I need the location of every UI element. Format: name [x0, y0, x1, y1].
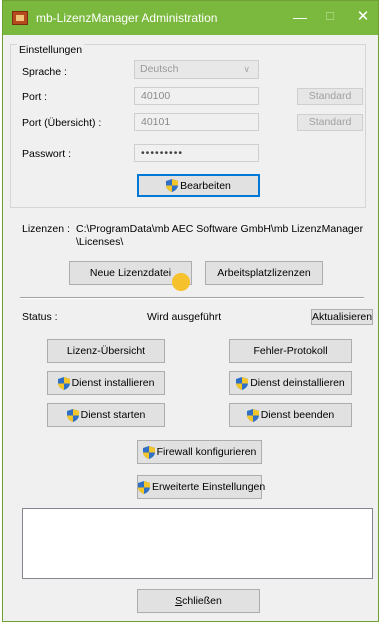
- start-service-label: Dienst starten: [80, 409, 146, 421]
- cursor-indicator: [172, 273, 190, 291]
- advanced-settings-button[interactable]: Erweiterte Einstellungen: [137, 475, 266, 499]
- port-field[interactable]: 40100: [134, 87, 259, 105]
- settings-group-label: Einstellungen: [17, 44, 85, 56]
- title-bar[interactable]: mb-LizenzManager Administration — ☐ ✕: [3, 1, 378, 35]
- install-service-label: Dienst installieren: [71, 377, 155, 389]
- language-select[interactable]: Deutsch ∨: [134, 60, 259, 79]
- password-label: Passwort :: [22, 148, 72, 160]
- workstation-licenses-button[interactable]: Arbeitsplatzlizenzen: [205, 261, 323, 285]
- uac-shield-icon: [166, 179, 179, 192]
- status-label: Status :: [22, 311, 58, 323]
- configure-firewall-label: Firewall konfigurieren: [156, 446, 257, 458]
- close-button[interactable]: Schließen: [137, 589, 260, 613]
- language-select-value: Deutsch: [140, 63, 179, 75]
- uninstall-service-button[interactable]: Dienst deinstallieren: [229, 371, 352, 395]
- separator: [20, 297, 364, 299]
- install-service-button[interactable]: Dienst installieren: [47, 371, 165, 395]
- uac-shield-icon: [246, 408, 259, 422]
- uac-shield-icon: [57, 376, 70, 390]
- uac-shield-icon: [236, 376, 249, 390]
- close-button-label-rest: chließen: [182, 595, 222, 607]
- licenses-path-line2: \Licenses\: [76, 236, 124, 248]
- advanced-settings-label: Erweiterte Einstellungen: [152, 481, 266, 493]
- close-window-button[interactable]: ✕: [348, 5, 378, 29]
- log-output-box[interactable]: [22, 508, 373, 579]
- language-label: Sprache :: [22, 66, 67, 78]
- minimize-button[interactable]: —: [285, 5, 315, 29]
- stop-service-button[interactable]: Dienst beenden: [229, 403, 352, 427]
- port-label: Port :: [22, 91, 48, 103]
- edit-button-label: Bearbeiten: [180, 179, 231, 192]
- uac-shield-icon: [66, 408, 79, 422]
- maximize-button[interactable]: ☐: [315, 5, 345, 29]
- uac-shield-icon: [138, 480, 150, 494]
- port-overview-field[interactable]: 40101: [134, 113, 259, 131]
- port-default-button[interactable]: Standard: [297, 88, 363, 105]
- uninstall-service-label: Dienst deinstallieren: [250, 377, 345, 389]
- port-overview-label: Port (Übersicht) :: [22, 117, 102, 129]
- status-value: Wird ausgeführt: [147, 311, 222, 323]
- refresh-button[interactable]: Aktualisieren: [311, 309, 373, 325]
- start-service-button[interactable]: Dienst starten: [47, 403, 165, 427]
- licenses-path-line1: C:\ProgramData\mb AEC Software GmbH\mb L…: [76, 223, 364, 235]
- window-title: mb-LizenzManager Administration: [36, 11, 218, 25]
- licenses-label: Lizenzen :: [22, 223, 70, 235]
- edit-button[interactable]: Bearbeiten: [137, 174, 260, 197]
- license-overview-button[interactable]: Lizenz-Übersicht: [47, 339, 165, 363]
- app-icon: [12, 11, 28, 25]
- password-field[interactable]: •••••••••: [134, 144, 259, 162]
- error-log-button[interactable]: Fehler-Protokoll: [229, 339, 352, 363]
- configure-firewall-button[interactable]: Firewall konfigurieren: [137, 440, 262, 464]
- port-overview-default-button[interactable]: Standard: [297, 114, 363, 131]
- chevron-down-icon: ∨: [243, 64, 250, 74]
- stop-service-label: Dienst beenden: [260, 409, 335, 421]
- uac-shield-icon: [142, 445, 155, 459]
